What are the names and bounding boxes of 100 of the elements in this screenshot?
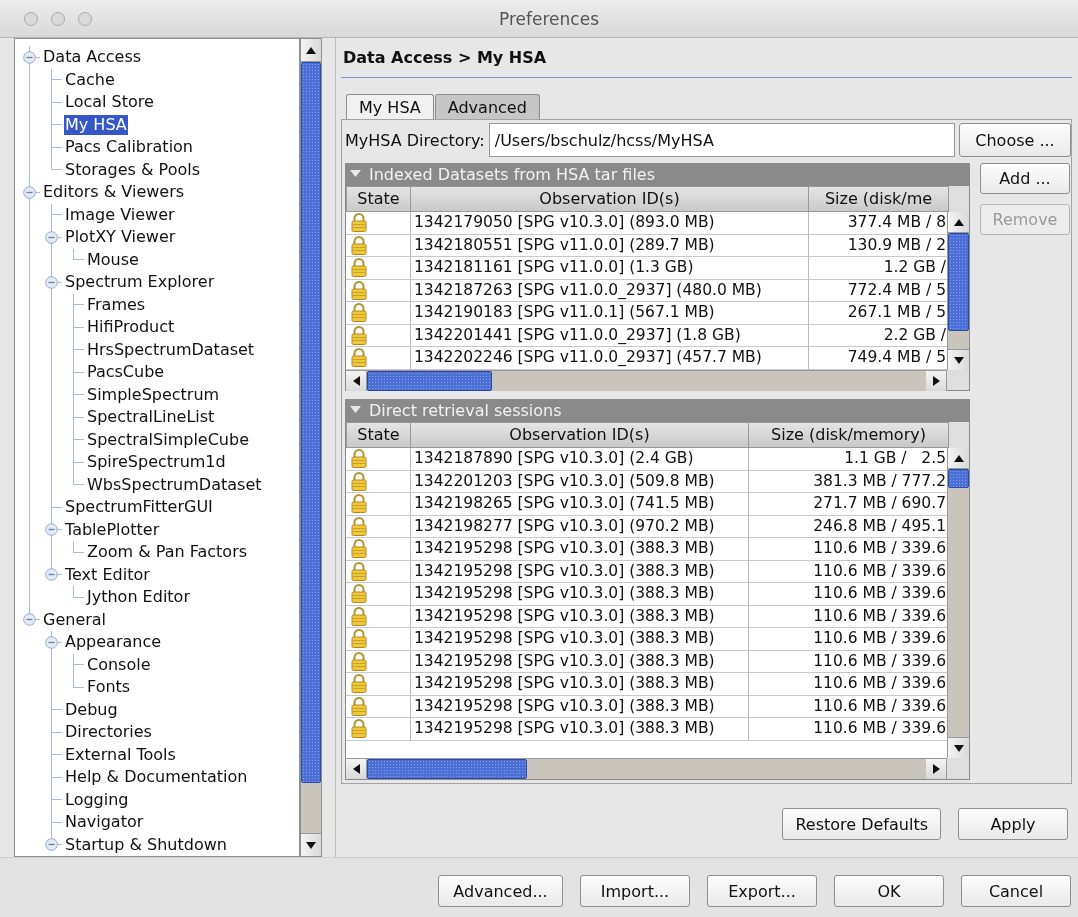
column-header[interactable]: Observation ID(s) <box>411 186 809 212</box>
tree-item[interactable]: Storages & Pools <box>64 159 202 180</box>
tree-item[interactable]: Editors & Viewers <box>42 182 186 203</box>
table-cell: 1342187890 [SPG v10.3.0] (2.4 GB) <box>411 448 749 471</box>
scrollbar-thumb[interactable] <box>367 371 492 391</box>
scroll-left-button[interactable] <box>346 759 367 779</box>
tree-item[interactable]: PacsCube <box>86 362 166 383</box>
tree-item[interactable]: TablePlotter <box>64 519 161 540</box>
table-cell: 1342195298 [SPG v10.3.0] (388.3 MB) <box>411 718 749 741</box>
tab[interactable]: Advanced <box>434 94 540 119</box>
dialog-button[interactable]: Advanced... <box>438 875 563 907</box>
tree-item[interactable]: Appearance <box>64 632 163 653</box>
scrollbar-thumb[interactable] <box>367 759 527 779</box>
directory-field[interactable]: /Users/bschulz/hcss/MyHSA <box>488 123 955 157</box>
tree-item[interactable]: Directories <box>64 722 153 743</box>
tree-item[interactable]: My HSA <box>64 114 128 135</box>
tree-item[interactable]: Local Store <box>64 92 155 113</box>
collapse-icon[interactable] <box>45 568 58 582</box>
triangle-down-icon[interactable] <box>350 406 361 414</box>
tree-item[interactable]: SpireSpectrum1d <box>86 452 227 473</box>
column-header[interactable]: State <box>346 422 411 448</box>
tree-item[interactable]: Spectrum Explorer <box>64 272 216 293</box>
tree-item[interactable]: Pacs Calibration <box>64 137 194 158</box>
tree-item[interactable]: Jython Editor <box>86 587 191 608</box>
scrollbar-thumb[interactable] <box>301 62 321 784</box>
tree-item[interactable]: Navigator <box>64 812 145 833</box>
tree-item[interactable]: Image Viewer <box>64 204 176 225</box>
tree-item[interactable]: Debug <box>64 699 119 720</box>
scroll-up-button[interactable] <box>948 448 969 469</box>
tree-item[interactable]: Data Access <box>42 47 143 68</box>
tree-item[interactable]: Text Editor <box>64 564 151 585</box>
tree-item[interactable]: General <box>42 609 108 630</box>
collapse-icon[interactable] <box>23 613 36 627</box>
collapse-icon[interactable] <box>45 523 58 537</box>
tree-item[interactable]: WbsSpectrumDataset <box>86 474 263 495</box>
tree-item[interactable]: Fonts <box>86 677 132 698</box>
table-cell: 1342195298 [SPG v10.3.0] (388.3 MB) <box>411 695 749 718</box>
left-triangle-icon <box>352 376 360 386</box>
up-triangle-icon <box>953 218 964 226</box>
up-triangle-icon <box>953 454 964 462</box>
vertical-scrollbar[interactable] <box>947 212 969 370</box>
page-button[interactable]: Apply <box>958 808 1068 840</box>
triangle-down-icon[interactable] <box>350 170 361 178</box>
tree-item[interactable]: SpectralSimpleCube <box>86 429 250 450</box>
collapse-icon[interactable] <box>45 635 58 649</box>
table-cell: 1342195298 [SPG v10.3.0] (388.3 MB) <box>411 673 749 696</box>
scroll-up-button[interactable] <box>301 39 321 62</box>
collapse-icon[interactable] <box>23 50 36 64</box>
scrollbar-thumb[interactable] <box>948 233 969 332</box>
vertical-scrollbar[interactable] <box>947 448 969 758</box>
dialog-button[interactable]: Import... <box>580 875 690 907</box>
tree-item[interactable]: SpectrumFitterGUI <box>64 497 214 518</box>
scroll-right-button[interactable] <box>926 759 947 779</box>
table-cell: 1342195298 [SPG v10.3.0] (388.3 MB) <box>411 538 749 561</box>
column-header[interactable]: State <box>346 186 411 212</box>
tree-item[interactable]: Startup & Shutdown <box>64 834 228 855</box>
dialog-button[interactable]: Export... <box>707 875 817 907</box>
table-cell: 1342195298 [SPG v10.3.0] (388.3 MB) <box>411 628 749 651</box>
add-button[interactable]: Add ... <box>980 163 1070 194</box>
scroll-down-button[interactable] <box>948 737 969 758</box>
tree-item[interactable]: HrsSpectrumDataset <box>86 339 256 360</box>
collapse-icon[interactable] <box>45 838 58 852</box>
collapse-icon[interactable] <box>23 185 36 199</box>
tree-item[interactable]: External Tools <box>64 744 177 765</box>
tree-item[interactable]: Mouse <box>86 249 140 270</box>
tree-item[interactable]: Console <box>86 654 152 675</box>
column-header[interactable]: Size (disk/memory) <box>749 422 949 448</box>
tab[interactable]: My HSA <box>346 94 434 119</box>
scroll-down-button[interactable] <box>948 349 969 370</box>
tree-item[interactable]: Cache <box>64 69 116 90</box>
tree-item[interactable]: Zoom & Pan Factors <box>86 542 249 563</box>
collapse-icon[interactable] <box>45 230 58 244</box>
right-triangle-icon <box>932 764 940 774</box>
dialog-button[interactable]: OK <box>834 875 944 907</box>
dialog-button[interactable]: Cancel <box>961 875 1071 907</box>
table-cell: 1342195298 [SPG v10.3.0] (388.3 MB) <box>411 650 749 673</box>
tree-item[interactable]: SpectralLineList <box>86 407 216 428</box>
collapse-icon[interactable] <box>45 275 58 289</box>
column-header[interactable]: Observation ID(s) <box>411 422 749 448</box>
tree-item[interactable]: PlotXY Viewer <box>64 227 177 248</box>
horizontal-scrollbar[interactable] <box>346 370 947 391</box>
page-button[interactable]: Restore Defaults <box>782 808 941 840</box>
tree-item[interactable]: SimpleSpectrum <box>86 384 221 405</box>
section-title: Direct retrieval sessions <box>369 400 562 420</box>
table-cell: 1342195298 [SPG v10.3.0] (388.3 MB) <box>411 605 749 628</box>
scroll-down-button[interactable] <box>301 833 321 856</box>
scrollbar-thumb[interactable] <box>948 469 969 488</box>
tree-item[interactable]: Logging <box>64 789 130 810</box>
scroll-up-button[interactable] <box>948 212 969 233</box>
horizontal-scrollbar[interactable] <box>346 758 947 779</box>
vertical-scrollbar[interactable] <box>300 38 322 857</box>
page-heading: Data Access > My HSA <box>343 48 547 67</box>
tree-item[interactable]: HifiProduct <box>86 317 176 338</box>
scroll-left-button[interactable] <box>346 371 367 391</box>
scroll-right-button[interactable] <box>926 371 947 391</box>
column-header[interactable]: Size (disk/me <box>809 186 949 212</box>
down-triangle-icon <box>953 744 964 752</box>
tree-item[interactable]: Help & Documentation <box>64 767 249 788</box>
choose-button[interactable]: Choose ... <box>959 123 1071 157</box>
tree-item[interactable]: Frames <box>86 294 147 315</box>
